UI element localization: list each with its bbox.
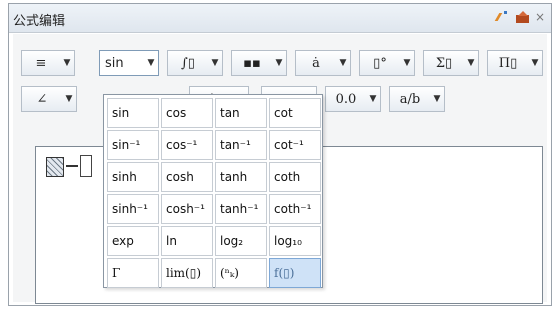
function-item[interactable]: exp [107, 226, 159, 256]
toolbar-glyph: ∠ [36, 91, 48, 107]
toolbar-glyph: sin [105, 55, 124, 71]
toolbar-glyph: ∫▯ [181, 55, 195, 71]
function-item[interactable]: (ⁿₖ) [215, 258, 267, 288]
font-size-icon[interactable]: a/b ▼ [389, 86, 445, 112]
number-format-icon[interactable]: 0.0 ▼ [325, 86, 381, 112]
template-placeholder-icon [46, 157, 64, 177]
function-item[interactable]: sinh [107, 162, 159, 192]
function-item[interactable]: cosh⁻¹ [161, 194, 213, 224]
chevron-down-icon[interactable]: ▼ [208, 58, 222, 68]
function-item[interactable]: cot [269, 98, 321, 128]
chevron-down-icon[interactable]: ▼ [400, 58, 414, 68]
function-item[interactable]: Γ [107, 258, 159, 288]
function-item[interactable]: sin⁻¹ [107, 130, 159, 160]
function-item[interactable]: cot⁻¹ [269, 130, 321, 160]
window-title: 公式编辑 [13, 14, 66, 29]
function-item[interactable]: f(▯) [269, 258, 321, 288]
chevron-down-icon[interactable]: ▼ [366, 94, 380, 104]
product-template-icon[interactable]: Π▯ ▼ [487, 50, 543, 76]
accent-template-icon[interactable]: ȧ ▼ [295, 50, 351, 76]
matrix-template-icon[interactable]: ▪▪ ▼ [231, 50, 287, 76]
title-bar-icons: × [496, 10, 545, 24]
integral-template-icon[interactable]: ∫▯ ▼ [167, 50, 223, 76]
function-item[interactable]: coth⁻¹ [269, 194, 321, 224]
chevron-down-icon[interactable]: ▼ [60, 58, 74, 68]
function-item[interactable]: tan⁻¹ [215, 130, 267, 160]
close-icon[interactable]: × [535, 10, 545, 24]
function-item[interactable]: lim(▯) [161, 258, 213, 288]
chevron-down-icon[interactable]: ▼ [144, 58, 158, 68]
angle-symbol-icon[interactable]: ∠ ▼ [21, 86, 77, 112]
fraction-template-icon[interactable]: ≡ ▼ [21, 50, 75, 76]
function-item[interactable]: ln [161, 226, 213, 256]
input-slot[interactable] [80, 155, 92, 177]
function-item[interactable]: sin [107, 98, 159, 128]
chevron-down-icon[interactable]: ▼ [62, 94, 76, 104]
function-item[interactable]: tan [215, 98, 267, 128]
function-item[interactable]: tanh [215, 162, 267, 192]
edit-icon[interactable] [496, 11, 510, 23]
formula-editor-window: 公式编辑 × ≡▼sin▼∫▯▼▪▪▼ȧ▼▯°▼Σ▯▼Π▯▼ ∠▼A▼α▼0.0… [8, 3, 552, 306]
chevron-down-icon[interactable]: ▼ [336, 58, 350, 68]
toolbar-glyph: ▯° [373, 55, 387, 71]
chevron-down-icon[interactable]: ▼ [272, 58, 286, 68]
function-item[interactable]: coth [269, 162, 321, 192]
toolbar-glyph: ≡ [35, 55, 47, 71]
function-item[interactable]: log₁₀ [269, 226, 321, 256]
toolbar-glyph: 0.0 [335, 91, 357, 107]
function-dropdown: sin cos tan cot sin⁻¹ cos⁻¹ tan⁻¹ cot⁻¹ sinh cosh… [103, 94, 323, 288]
toolbar-glyph: ȧ [312, 55, 320, 71]
summation-template-icon[interactable]: Σ▯ ▼ [423, 50, 479, 76]
toolbar-glyph: ▪▪ [243, 55, 261, 71]
chevron-down-icon[interactable]: ▼ [528, 58, 542, 68]
function-item[interactable]: cosh [161, 162, 213, 192]
function-item[interactable]: sinh⁻¹ [107, 194, 159, 224]
trig-functions-dropdown[interactable]: sin ▼ [99, 50, 159, 76]
home-icon[interactable] [515, 11, 529, 23]
function-item[interactable]: log₂ [215, 226, 267, 256]
function-item[interactable]: cos [161, 98, 213, 128]
function-item[interactable]: tanh⁻¹ [215, 194, 267, 224]
superscript-template-icon[interactable]: ▯° ▼ [359, 50, 415, 76]
toolbar-glyph: Σ▯ [435, 55, 453, 71]
toolbar-glyph: a/b [399, 91, 421, 107]
toolbar-row-1: ≡ ▼ sin ▼ ∫▯ ▼ ▪▪ ▼ ȧ ▼ ▯° ▼ Σ▯ ▼ Π▯ ▼ [13, 50, 547, 80]
chevron-down-icon[interactable]: ▼ [464, 58, 478, 68]
toolbar-glyph: Π▯ [498, 55, 518, 71]
fraction-line [66, 165, 78, 167]
title-bar: 公式编辑 × [9, 4, 551, 33]
function-item[interactable]: cos⁻¹ [161, 130, 213, 160]
chevron-down-icon[interactable]: ▼ [430, 94, 444, 104]
